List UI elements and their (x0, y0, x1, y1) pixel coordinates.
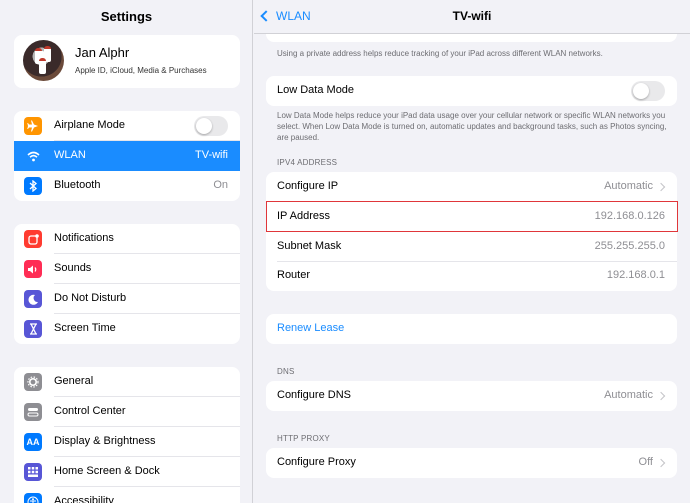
sidebar-item-home-screen-dock[interactable]: Home Screen & Dock (14, 457, 240, 487)
settings-sidebar: Settings Jan Alphr Apple ID, iCloud, Med… (0, 0, 253, 503)
home-screen-icon (24, 463, 42, 481)
notifications-icon (24, 230, 42, 248)
proxy-card: Configure Proxy Off (266, 448, 677, 478)
display-icon: AA (24, 433, 42, 451)
http-proxy-header: HTTP PROXY (277, 434, 330, 443)
subnet-mask-label: Subnet Mask (277, 240, 342, 252)
sidebar-title: Settings (100, 9, 153, 24)
hourglass-icon (24, 320, 42, 338)
navigation-bar: WLAN TV-wifi (254, 0, 690, 34)
configure-dns-row[interactable]: Configure DNS Automatic (266, 381, 677, 411)
ip-address-label: IP Address (277, 210, 330, 222)
router-value: 192.168.0.1 (606, 269, 665, 281)
sidebar-item-label: Airplane Mode (54, 119, 125, 131)
ipv4-header: IPV4 ADDRESS (277, 158, 338, 167)
sidebar-item-label: Sounds (54, 262, 92, 274)
low-data-card: Low Data Mode (266, 76, 677, 106)
profile-subtitle: Apple ID, iCloud, Media & Purchases (75, 66, 207, 75)
subnet-mask-row[interactable]: Subnet Mask 255.255.255.0 (266, 232, 677, 262)
chevron-right-icon (656, 182, 666, 192)
sidebar-item-label: Screen Time (54, 322, 116, 334)
ipv4-card: Configure IP Automatic IP Address 192.16… (266, 172, 677, 291)
sidebar-item-label: WLAN (54, 149, 86, 161)
router-row[interactable]: Router 192.168.0.1 (266, 261, 677, 291)
sidebar-item-bluetooth[interactable]: Bluetooth On (14, 171, 240, 201)
sidebar-item-display-brightness[interactable]: AA Display & Brightness (14, 427, 240, 457)
low-data-mode-toggle[interactable] (631, 81, 665, 101)
accessibility-icon (24, 493, 42, 503)
renew-lease-card: Renew Lease (266, 314, 677, 344)
configure-proxy-label: Configure Proxy (277, 456, 356, 468)
sidebar-item-control-center[interactable]: Control Center (14, 397, 240, 427)
renew-lease-button[interactable]: Renew Lease (266, 314, 677, 344)
configure-dns-value: Automatic (604, 389, 653, 401)
airplane-mode-toggle[interactable] (194, 116, 228, 136)
profile-name: Jan Alphr (75, 45, 130, 60)
configure-ip-value: Automatic (604, 180, 653, 192)
dns-card: Configure DNS Automatic (266, 381, 677, 411)
sidebar-item-do-not-disturb[interactable]: Do Not Disturb (14, 284, 240, 314)
previous-card-edge (266, 34, 677, 42)
low-data-mode-row[interactable]: Low Data Mode (266, 76, 677, 106)
chevron-right-icon (656, 391, 666, 401)
wifi-icon (24, 147, 42, 165)
sidebar-item-notifications[interactable]: Notifications (14, 224, 240, 254)
general-group: General Control Center AA Display & Brig… (14, 367, 240, 503)
apple-id-profile[interactable]: Jan Alphr Apple ID, iCloud, Media & Purc… (14, 35, 240, 88)
sidebar-item-label: Display & Brightness (54, 435, 156, 447)
airplane-icon (24, 117, 42, 135)
sidebar-item-airplane-mode[interactable]: Airplane Mode (14, 111, 240, 141)
private-address-note: Using a private address helps reduce tra… (277, 49, 603, 58)
subnet-mask-value: 255.255.255.0 (594, 240, 665, 252)
sidebar-item-label: Accessibility (54, 495, 114, 503)
ip-address-row[interactable]: IP Address 192.168.0.126 (266, 202, 677, 232)
page-title: TV-wifi (452, 9, 492, 23)
configure-ip-label: Configure IP (277, 180, 339, 192)
sidebar-item-label: Notifications (54, 232, 114, 244)
sounds-icon (24, 260, 42, 278)
renew-lease-label: Renew Lease (277, 322, 345, 334)
connectivity-group: Airplane Mode WLAN TV-wifi Bluetooth On (14, 111, 240, 201)
bluetooth-icon (24, 177, 42, 195)
sidebar-item-general[interactable]: General (14, 367, 240, 397)
control-center-icon (24, 403, 42, 421)
sidebar-item-accessibility[interactable]: Accessibility (14, 487, 240, 503)
moon-icon (24, 290, 42, 308)
low-data-note: Low Data Mode helps reduce your iPad dat… (277, 111, 667, 142)
configure-dns-label: Configure DNS (277, 389, 351, 401)
sidebar-item-screen-time[interactable]: Screen Time (14, 314, 240, 344)
sidebar-item-label: Do Not Disturb (54, 292, 127, 304)
ip-address-value: 192.168.0.126 (594, 210, 665, 222)
sidebar-item-label: Home Screen & Dock (54, 465, 160, 477)
gear-icon (24, 373, 42, 391)
sidebar-item-label: General (54, 375, 94, 387)
avatar (23, 40, 64, 81)
wlan-detail-pane: Using a private address helps reduce tra… (254, 0, 690, 503)
router-label: Router (277, 269, 311, 281)
dns-header: DNS (277, 367, 295, 376)
notifications-group: Notifications Sounds Do Not Disturb Scre… (14, 224, 240, 344)
sidebar-item-value: On (213, 179, 228, 191)
configure-proxy-value: Off (638, 456, 653, 468)
sidebar-item-sounds[interactable]: Sounds (14, 254, 240, 284)
sidebar-item-label: Bluetooth (54, 179, 101, 191)
configure-proxy-row[interactable]: Configure Proxy Off (266, 448, 677, 478)
sidebar-item-wlan[interactable]: WLAN TV-wifi (14, 141, 240, 171)
low-data-mode-label: Low Data Mode (277, 84, 355, 96)
sidebar-item-label: Control Center (54, 405, 126, 417)
configure-ip-row[interactable]: Configure IP Automatic (266, 172, 677, 202)
chevron-right-icon (656, 458, 666, 468)
sidebar-item-value: TV-wifi (195, 149, 228, 161)
